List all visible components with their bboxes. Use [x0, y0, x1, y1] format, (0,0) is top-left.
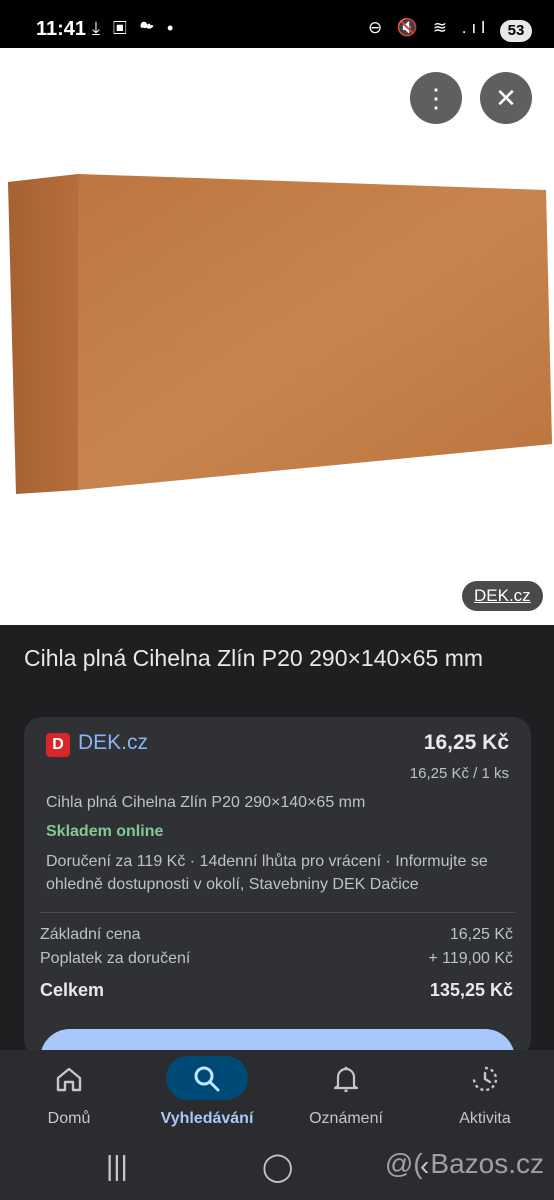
total-value: 135,25 Kč [429, 980, 513, 1000]
bell-icon [333, 1066, 359, 1092]
close-icon[interactable]: ✕ [480, 72, 532, 124]
notification-icons: ⤓ ▣ ☁ • [92, 18, 178, 38]
more-vert-icon[interactable]: ⋮ [410, 72, 462, 124]
base-price-label: Základní cena [40, 926, 141, 943]
status-time: 11:41 [36, 18, 87, 40]
nav-item-activity[interactable]: Aktivita [416, 1050, 554, 1138]
search-icon [194, 1066, 220, 1092]
home-icon [56, 1067, 82, 1092]
nav-item-notifications[interactable]: Oznámení [277, 1050, 415, 1138]
nav-item-search[interactable]: Vyhledávání [138, 1050, 276, 1138]
nav-label-home: Domů [47, 1110, 91, 1127]
status-bar: 11:41 ⤓ ▣ ☁ • ⊖ 🔇 ≋ .ıl 53 [0, 0, 554, 48]
product-details: Cihla plná Cihelna Zlín P20 290×140×65 m… [0, 625, 554, 1089]
bazos-watermark: @( Bazos.cz [384, 1148, 544, 1179]
product-image-viewer[interactable]: ⋮ ✕ DEK.cz [0, 48, 554, 625]
home-button-icon[interactable]: ◯ [262, 1150, 293, 1183]
divider [40, 912, 515, 913]
activity-icon [472, 1066, 498, 1092]
system-status-icons: ⊖ 🔇 ≋ .ıl [367, 18, 490, 37]
offer-description: Cihla plná Cihelna Zlín P20 290×140×65 m… [46, 794, 366, 811]
delivery-info: Doručení za 119 Kč · 14denní lhůta pro v… [46, 853, 488, 893]
nav-item-home[interactable]: Domů [0, 1050, 138, 1138]
delivery-fee-label: Poplatek za doručení [40, 950, 191, 967]
unit-price: 16,25 Kč / 1 ks [409, 765, 509, 782]
stock-status: Skladem online [46, 823, 164, 840]
delivery-fee-value: + 119,00 Kč [428, 950, 513, 967]
battery-icon: 53 [500, 20, 532, 42]
base-price-value: 16,25 Kč [449, 926, 513, 943]
recent-apps-icon[interactable]: ||| [106, 1150, 128, 1182]
offer-card[interactable]: D DEK.cz 16,25 Kč 16,25 Kč / 1 ks Cihla … [24, 717, 531, 1089]
image-source-link[interactable]: DEK.cz [462, 581, 543, 611]
bottom-navigation: Domů Vyhledávání Oznámení Aktivita [0, 1050, 554, 1138]
nav-label-notifications: Oznámení [309, 1110, 383, 1127]
nav-label-search: Vyhledávání [160, 1110, 254, 1127]
offer-price: 16,25 Kč [423, 731, 509, 754]
total-label: Celkem [40, 980, 105, 1000]
system-navigation-bar: ||| ◯ ‹ @( Bazos.cz [0, 1138, 554, 1200]
seller-name-link[interactable]: DEK.cz [78, 731, 148, 755]
brick-image [8, 174, 552, 494]
nav-label-activity: Aktivita [459, 1110, 511, 1127]
seller-logo-icon: D [46, 733, 70, 757]
product-title: Cihla plná Cihelna Zlín P20 290×140×65 m… [24, 645, 484, 671]
